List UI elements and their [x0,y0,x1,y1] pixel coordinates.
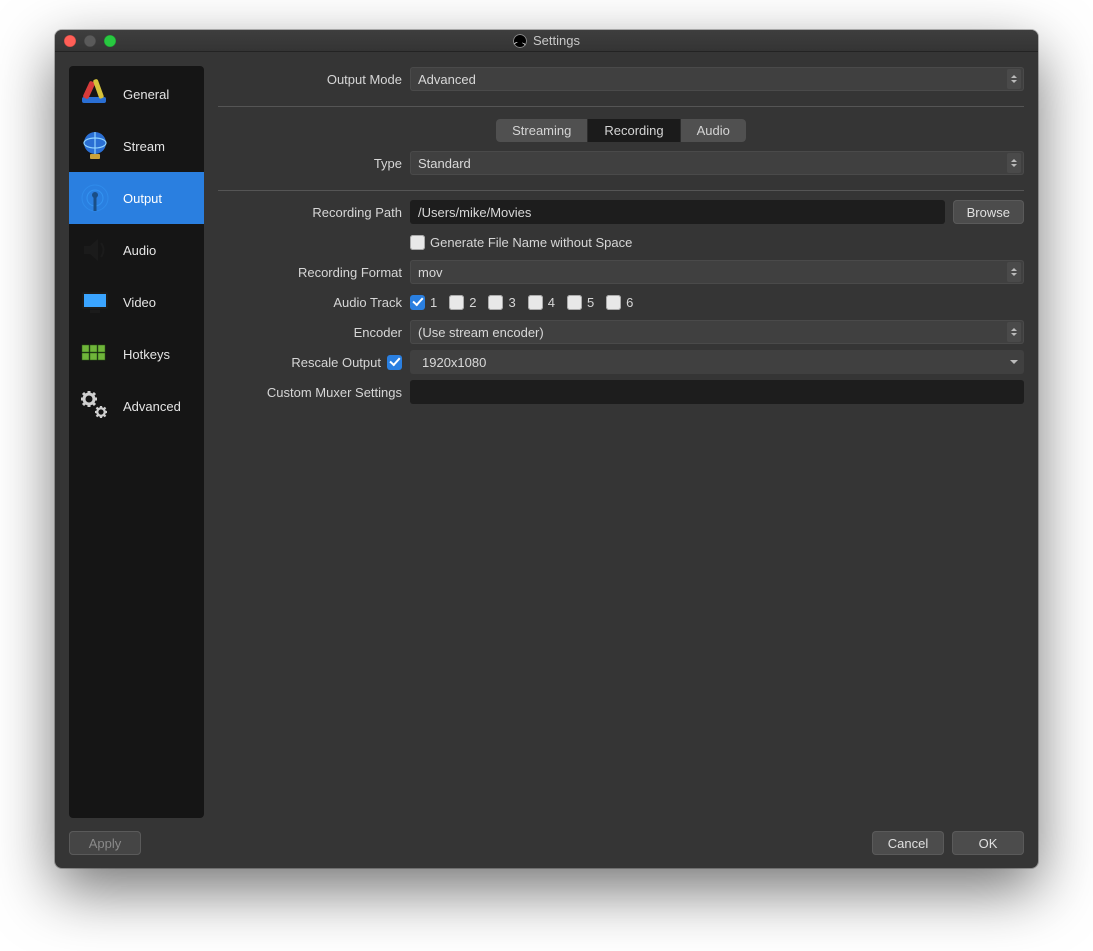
sidebar-item-label: General [123,87,169,102]
ok-button[interactable]: OK [952,831,1024,855]
encoder-label: Encoder [218,325,410,340]
output-subtabs: Streaming Recording Audio [218,119,1024,142]
recording-format-value: mov [418,265,443,280]
recording-path-value: /Users/mike/Movies [418,205,531,220]
recording-path-label: Recording Path [218,205,410,220]
general-icon [77,76,113,112]
stepper-icon [1007,69,1021,89]
sidebar-item-output[interactable]: Output [69,172,204,224]
sidebar-item-label: Audio [123,243,156,258]
encoder-value: (Use stream encoder) [418,325,544,340]
audio-track-group: 1 2 3 4 5 6 [410,295,1024,310]
custom-muxer-input[interactable] [410,380,1024,404]
settings-window: Settings General Stream Output [55,30,1038,868]
audio-track-6[interactable]: 6 [606,295,633,310]
audio-track-3[interactable]: 3 [488,295,515,310]
checkbox-icon [449,295,464,310]
audio-track-1[interactable]: 1 [410,295,437,310]
rescale-output-combo[interactable]: 1920x1080 [410,350,1024,374]
stepper-icon [1007,262,1021,282]
output-mode-value: Advanced [418,72,476,87]
audio-track-2[interactable]: 2 [449,295,476,310]
rescale-output-value: 1920x1080 [422,355,486,370]
sidebar-item-hotkeys[interactable]: Hotkeys [69,328,204,380]
recording-format-label: Recording Format [218,265,410,280]
generate-no-space-checkbox[interactable]: Generate File Name without Space [410,235,632,250]
stepper-icon [1007,322,1021,342]
titlebar: Settings [55,30,1038,52]
output-mode-select[interactable]: Advanced [410,67,1024,91]
rescale-output-checkbox[interactable] [387,355,402,370]
generate-no-space-label: Generate File Name without Space [430,235,632,250]
audio-track-label: Audio Track [218,295,410,310]
tab-recording[interactable]: Recording [588,119,680,142]
custom-muxer-label: Custom Muxer Settings [218,385,410,400]
advanced-icon [77,388,113,424]
recording-path-input[interactable]: /Users/mike/Movies [410,200,945,224]
divider [218,190,1024,191]
checkbox-icon [488,295,503,310]
settings-sidebar: General Stream Output Audio [69,66,204,818]
checkbox-icon [567,295,582,310]
sidebar-item-label: Hotkeys [123,347,170,362]
checkbox-icon [528,295,543,310]
rescale-output-label: Rescale Output [291,355,381,370]
dialog-footer: Apply Cancel OK [55,818,1038,868]
tab-streaming[interactable]: Streaming [496,119,588,142]
zoom-window-icon[interactable] [104,35,116,47]
hotkeys-icon [77,336,113,372]
main-panel: Output Mode Advanced Streaming Recording… [218,66,1024,818]
output-icon [77,180,113,216]
sidebar-item-label: Stream [123,139,165,154]
encoder-select[interactable]: (Use stream encoder) [410,320,1024,344]
tab-audio[interactable]: Audio [681,119,746,142]
minimize-window-icon [84,35,96,47]
sidebar-item-video[interactable]: Video [69,276,204,328]
close-window-icon[interactable] [64,35,76,47]
browse-button[interactable]: Browse [953,200,1024,224]
sidebar-item-label: Output [123,191,162,206]
window-title: Settings [55,33,1038,48]
checkbox-icon [410,295,425,310]
audio-icon [77,232,113,268]
obs-app-icon [513,34,527,48]
sidebar-item-advanced[interactable]: Advanced [69,380,204,432]
type-select[interactable]: Standard [410,151,1024,175]
chevron-down-icon [1010,360,1018,364]
checkbox-icon [410,235,425,250]
video-icon [77,284,113,320]
window-title-text: Settings [533,33,580,48]
type-label: Type [218,156,410,171]
sidebar-item-stream[interactable]: Stream [69,120,204,172]
sidebar-item-audio[interactable]: Audio [69,224,204,276]
type-value: Standard [418,156,471,171]
stream-icon [77,128,113,164]
output-mode-label: Output Mode [218,72,410,87]
sidebar-item-label: Video [123,295,156,310]
divider [218,106,1024,107]
checkbox-icon [606,295,621,310]
audio-track-5[interactable]: 5 [567,295,594,310]
sidebar-item-general[interactable]: General [69,68,204,120]
recording-format-select[interactable]: mov [410,260,1024,284]
audio-track-4[interactable]: 4 [528,295,555,310]
stepper-icon [1007,153,1021,173]
apply-button[interactable]: Apply [69,831,141,855]
window-controls [55,35,116,47]
sidebar-item-label: Advanced [123,399,181,414]
cancel-button[interactable]: Cancel [872,831,944,855]
